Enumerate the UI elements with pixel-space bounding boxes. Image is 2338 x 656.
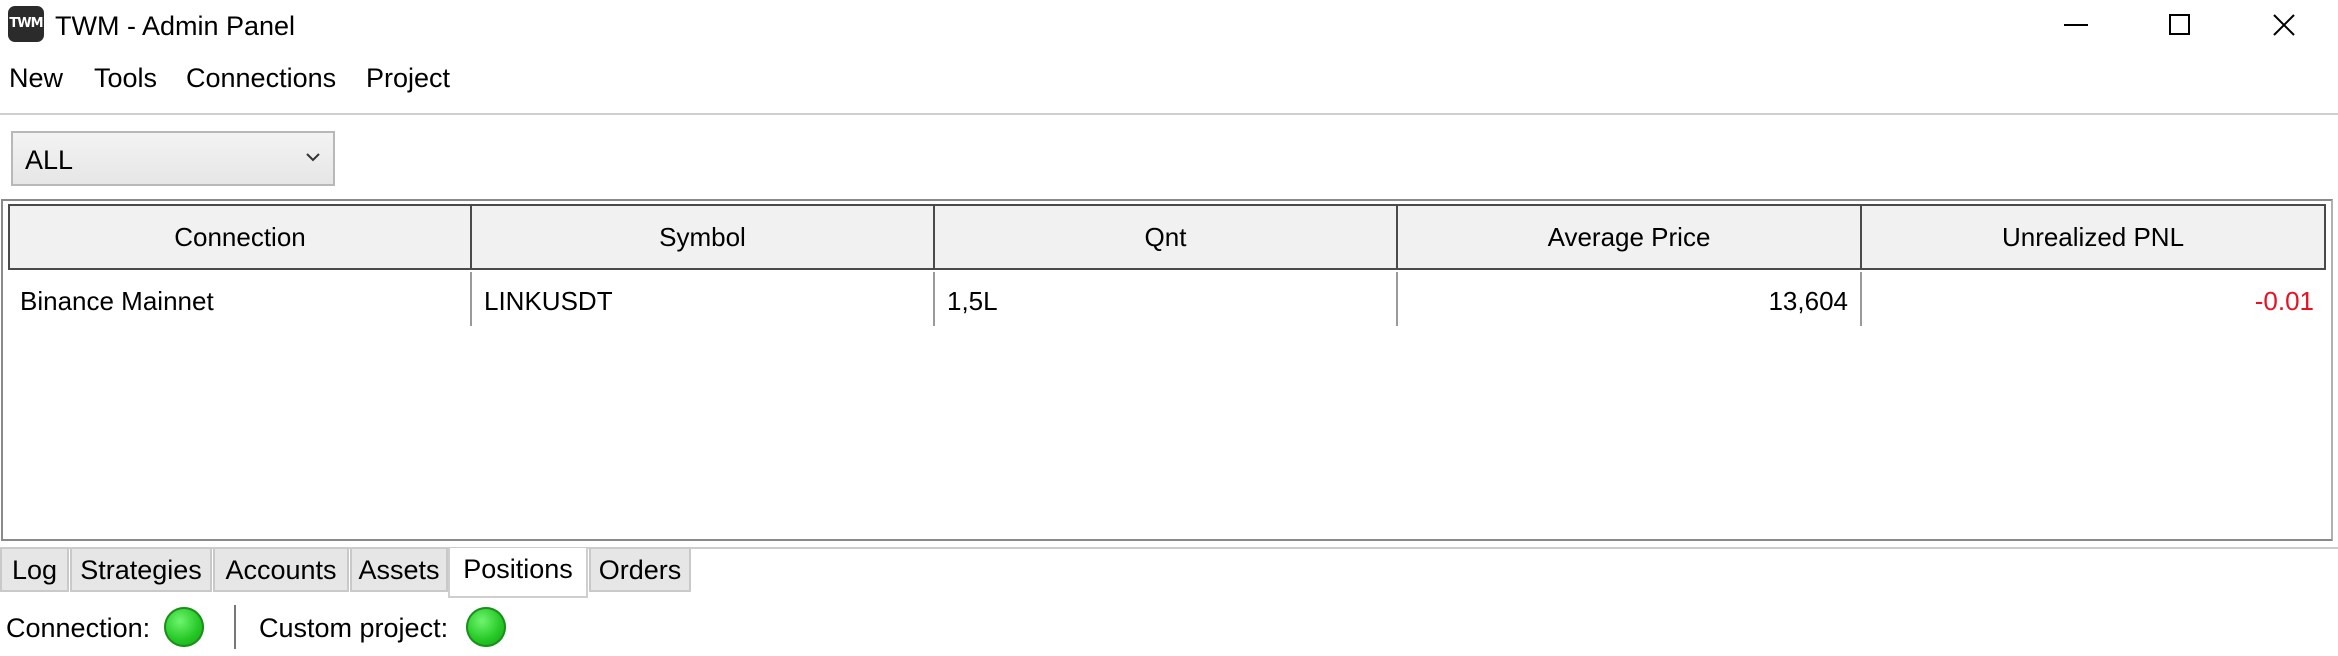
cell-qnt: 1,5L (935, 272, 1398, 326)
table-row[interactable]: Binance Mainnet LINKUSDT 1,5L 13,604 -0.… (8, 272, 2326, 326)
minimize-icon (2064, 24, 2088, 26)
column-header-connection[interactable]: Connection (8, 204, 472, 270)
tab-assets[interactable]: Assets (350, 548, 448, 592)
menu-project[interactable]: Project (366, 60, 450, 96)
app-logo-icon: TWM (8, 6, 44, 42)
cell-unrealized-pnl: -0.01 (2254, 286, 2314, 316)
menu-tools[interactable]: Tools (94, 60, 157, 96)
close-button[interactable] (2232, 0, 2336, 50)
maximize-button[interactable] (2128, 0, 2232, 50)
chevron-down-icon (306, 153, 320, 162)
maximize-icon (2169, 14, 2190, 35)
minimize-button[interactable] (2024, 0, 2128, 50)
tab-strategies[interactable]: Strategies (70, 548, 212, 592)
connection-status-label: Connection: (6, 613, 151, 643)
status-divider (234, 605, 236, 649)
tab-log[interactable]: Log (0, 548, 69, 592)
menu-bar: New Tools Connections Project (0, 56, 2338, 104)
cell-average-price: 13,604 (1398, 272, 1862, 326)
column-header-unrealized-pnl[interactable]: Unrealized PNL (1862, 204, 2326, 270)
title-bar: TWM TWM - Admin Panel (0, 0, 2338, 54)
custom-project-status-indicator (466, 607, 506, 647)
cell-connection: Binance Mainnet (8, 272, 472, 326)
connection-status-indicator (164, 607, 204, 647)
window-title: TWM - Admin Panel (55, 11, 296, 41)
tab-accounts[interactable]: Accounts (213, 548, 349, 592)
cell-symbol: LINKUSDT (472, 272, 935, 326)
menu-connections[interactable]: Connections (186, 60, 336, 96)
column-header-qnt[interactable]: Qnt (935, 204, 1398, 270)
menu-new[interactable]: New (9, 60, 63, 96)
custom-project-status-label: Custom project: (259, 613, 449, 643)
column-header-symbol[interactable]: Symbol (472, 204, 935, 270)
filter-selected-value: ALL (25, 145, 74, 175)
menu-divider (0, 113, 2338, 115)
tab-orders[interactable]: Orders (589, 548, 691, 592)
close-icon (2273, 14, 2295, 36)
tab-positions[interactable]: Positions (448, 548, 588, 598)
column-header-average-price[interactable]: Average Price (1398, 204, 1862, 270)
grid-header: Connection Symbol Qnt Average Price Unre… (8, 204, 2326, 270)
connection-filter-select[interactable]: ALL (11, 131, 335, 186)
